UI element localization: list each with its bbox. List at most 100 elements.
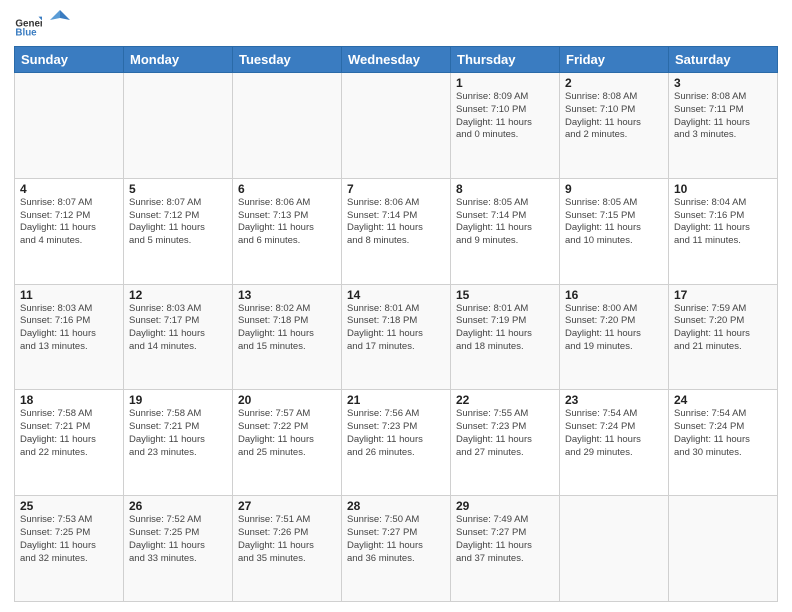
calendar-table: SundayMondayTuesdayWednesdayThursdayFrid… xyxy=(14,46,778,602)
day-cell: 28Sunrise: 7:50 AM Sunset: 7:27 PM Dayli… xyxy=(342,496,451,602)
header-wednesday: Wednesday xyxy=(342,47,451,73)
day-cell: 10Sunrise: 8:04 AM Sunset: 7:16 PM Dayli… xyxy=(669,178,778,284)
day-cell: 17Sunrise: 7:59 AM Sunset: 7:20 PM Dayli… xyxy=(669,284,778,390)
day-info: Sunrise: 8:08 AM Sunset: 7:11 PM Dayligh… xyxy=(674,91,772,142)
day-cell: 27Sunrise: 7:51 AM Sunset: 7:26 PM Dayli… xyxy=(233,496,342,602)
day-cell: 4Sunrise: 8:07 AM Sunset: 7:12 PM Daylig… xyxy=(15,178,124,284)
day-number: 5 xyxy=(129,182,227,196)
day-info: Sunrise: 8:02 AM Sunset: 7:18 PM Dayligh… xyxy=(238,303,336,354)
day-info: Sunrise: 8:05 AM Sunset: 7:14 PM Dayligh… xyxy=(456,197,554,248)
day-cell: 12Sunrise: 8:03 AM Sunset: 7:17 PM Dayli… xyxy=(124,284,233,390)
day-info: Sunrise: 8:00 AM Sunset: 7:20 PM Dayligh… xyxy=(565,303,663,354)
day-cell: 8Sunrise: 8:05 AM Sunset: 7:14 PM Daylig… xyxy=(451,178,560,284)
day-number: 24 xyxy=(674,393,772,407)
day-info: Sunrise: 7:58 AM Sunset: 7:21 PM Dayligh… xyxy=(129,408,227,459)
day-cell xyxy=(124,73,233,179)
day-number: 6 xyxy=(238,182,336,196)
day-number: 13 xyxy=(238,288,336,302)
day-info: Sunrise: 8:03 AM Sunset: 7:17 PM Dayligh… xyxy=(129,303,227,354)
day-info: Sunrise: 8:08 AM Sunset: 7:10 PM Dayligh… xyxy=(565,91,663,142)
day-cell: 20Sunrise: 7:57 AM Sunset: 7:22 PM Dayli… xyxy=(233,390,342,496)
week-row-3: 11Sunrise: 8:03 AM Sunset: 7:16 PM Dayli… xyxy=(15,284,778,390)
day-cell: 19Sunrise: 7:58 AM Sunset: 7:21 PM Dayli… xyxy=(124,390,233,496)
day-number: 16 xyxy=(565,288,663,302)
day-number: 4 xyxy=(20,182,118,196)
header-sunday: Sunday xyxy=(15,47,124,73)
day-number: 7 xyxy=(347,182,445,196)
day-info: Sunrise: 8:04 AM Sunset: 7:16 PM Dayligh… xyxy=(674,197,772,248)
day-info: Sunrise: 7:55 AM Sunset: 7:23 PM Dayligh… xyxy=(456,408,554,459)
day-cell: 11Sunrise: 8:03 AM Sunset: 7:16 PM Dayli… xyxy=(15,284,124,390)
day-cell: 18Sunrise: 7:58 AM Sunset: 7:21 PM Dayli… xyxy=(15,390,124,496)
day-cell: 23Sunrise: 7:54 AM Sunset: 7:24 PM Dayli… xyxy=(560,390,669,496)
day-info: Sunrise: 8:07 AM Sunset: 7:12 PM Dayligh… xyxy=(20,197,118,248)
week-row-5: 25Sunrise: 7:53 AM Sunset: 7:25 PM Dayli… xyxy=(15,496,778,602)
week-row-4: 18Sunrise: 7:58 AM Sunset: 7:21 PM Dayli… xyxy=(15,390,778,496)
day-cell: 14Sunrise: 8:01 AM Sunset: 7:18 PM Dayli… xyxy=(342,284,451,390)
day-info: Sunrise: 7:58 AM Sunset: 7:21 PM Dayligh… xyxy=(20,408,118,459)
day-info: Sunrise: 7:54 AM Sunset: 7:24 PM Dayligh… xyxy=(565,408,663,459)
day-number: 21 xyxy=(347,393,445,407)
header-saturday: Saturday xyxy=(669,47,778,73)
week-row-2: 4Sunrise: 8:07 AM Sunset: 7:12 PM Daylig… xyxy=(15,178,778,284)
header-thursday: Thursday xyxy=(451,47,560,73)
day-number: 9 xyxy=(565,182,663,196)
day-number: 25 xyxy=(20,499,118,513)
day-info: Sunrise: 7:49 AM Sunset: 7:27 PM Dayligh… xyxy=(456,514,554,565)
header-friday: Friday xyxy=(560,47,669,73)
day-info: Sunrise: 7:53 AM Sunset: 7:25 PM Dayligh… xyxy=(20,514,118,565)
day-info: Sunrise: 8:09 AM Sunset: 7:10 PM Dayligh… xyxy=(456,91,554,142)
day-cell: 15Sunrise: 8:01 AM Sunset: 7:19 PM Dayli… xyxy=(451,284,560,390)
day-cell xyxy=(560,496,669,602)
day-info: Sunrise: 8:03 AM Sunset: 7:16 PM Dayligh… xyxy=(20,303,118,354)
day-number: 3 xyxy=(674,76,772,90)
day-number: 12 xyxy=(129,288,227,302)
day-cell: 22Sunrise: 7:55 AM Sunset: 7:23 PM Dayli… xyxy=(451,390,560,496)
week-row-1: 1Sunrise: 8:09 AM Sunset: 7:10 PM Daylig… xyxy=(15,73,778,179)
day-number: 17 xyxy=(674,288,772,302)
day-cell: 21Sunrise: 7:56 AM Sunset: 7:23 PM Dayli… xyxy=(342,390,451,496)
day-cell: 26Sunrise: 7:52 AM Sunset: 7:25 PM Dayli… xyxy=(124,496,233,602)
day-number: 28 xyxy=(347,499,445,513)
day-cell: 2Sunrise: 8:08 AM Sunset: 7:10 PM Daylig… xyxy=(560,73,669,179)
day-number: 8 xyxy=(456,182,554,196)
day-cell xyxy=(342,73,451,179)
day-number: 23 xyxy=(565,393,663,407)
day-cell: 25Sunrise: 7:53 AM Sunset: 7:25 PM Dayli… xyxy=(15,496,124,602)
day-cell xyxy=(669,496,778,602)
day-cell: 16Sunrise: 8:00 AM Sunset: 7:20 PM Dayli… xyxy=(560,284,669,390)
day-info: Sunrise: 8:06 AM Sunset: 7:14 PM Dayligh… xyxy=(347,197,445,248)
day-number: 27 xyxy=(238,499,336,513)
day-info: Sunrise: 8:05 AM Sunset: 7:15 PM Dayligh… xyxy=(565,197,663,248)
day-cell: 13Sunrise: 8:02 AM Sunset: 7:18 PM Dayli… xyxy=(233,284,342,390)
day-number: 2 xyxy=(565,76,663,90)
day-number: 26 xyxy=(129,499,227,513)
day-cell: 24Sunrise: 7:54 AM Sunset: 7:24 PM Dayli… xyxy=(669,390,778,496)
logo: General Blue xyxy=(14,10,70,40)
day-cell xyxy=(15,73,124,179)
day-info: Sunrise: 8:01 AM Sunset: 7:18 PM Dayligh… xyxy=(347,303,445,354)
header-row: SundayMondayTuesdayWednesdayThursdayFrid… xyxy=(15,47,778,73)
day-number: 29 xyxy=(456,499,554,513)
day-info: Sunrise: 8:01 AM Sunset: 7:19 PM Dayligh… xyxy=(456,303,554,354)
day-info: Sunrise: 8:06 AM Sunset: 7:13 PM Dayligh… xyxy=(238,197,336,248)
logo-icon: General Blue xyxy=(14,11,42,39)
day-info: Sunrise: 7:50 AM Sunset: 7:27 PM Dayligh… xyxy=(347,514,445,565)
day-cell: 1Sunrise: 8:09 AM Sunset: 7:10 PM Daylig… xyxy=(451,73,560,179)
day-info: Sunrise: 7:59 AM Sunset: 7:20 PM Dayligh… xyxy=(674,303,772,354)
day-number: 22 xyxy=(456,393,554,407)
day-info: Sunrise: 8:07 AM Sunset: 7:12 PM Dayligh… xyxy=(129,197,227,248)
day-info: Sunrise: 7:56 AM Sunset: 7:23 PM Dayligh… xyxy=(347,408,445,459)
day-info: Sunrise: 7:54 AM Sunset: 7:24 PM Dayligh… xyxy=(674,408,772,459)
day-number: 18 xyxy=(20,393,118,407)
page-header: General Blue xyxy=(14,10,778,40)
day-number: 1 xyxy=(456,76,554,90)
day-number: 10 xyxy=(674,182,772,196)
day-number: 15 xyxy=(456,288,554,302)
day-cell: 29Sunrise: 7:49 AM Sunset: 7:27 PM Dayli… xyxy=(451,496,560,602)
day-cell xyxy=(233,73,342,179)
day-cell: 5Sunrise: 8:07 AM Sunset: 7:12 PM Daylig… xyxy=(124,178,233,284)
day-number: 14 xyxy=(347,288,445,302)
day-cell: 7Sunrise: 8:06 AM Sunset: 7:14 PM Daylig… xyxy=(342,178,451,284)
day-number: 11 xyxy=(20,288,118,302)
